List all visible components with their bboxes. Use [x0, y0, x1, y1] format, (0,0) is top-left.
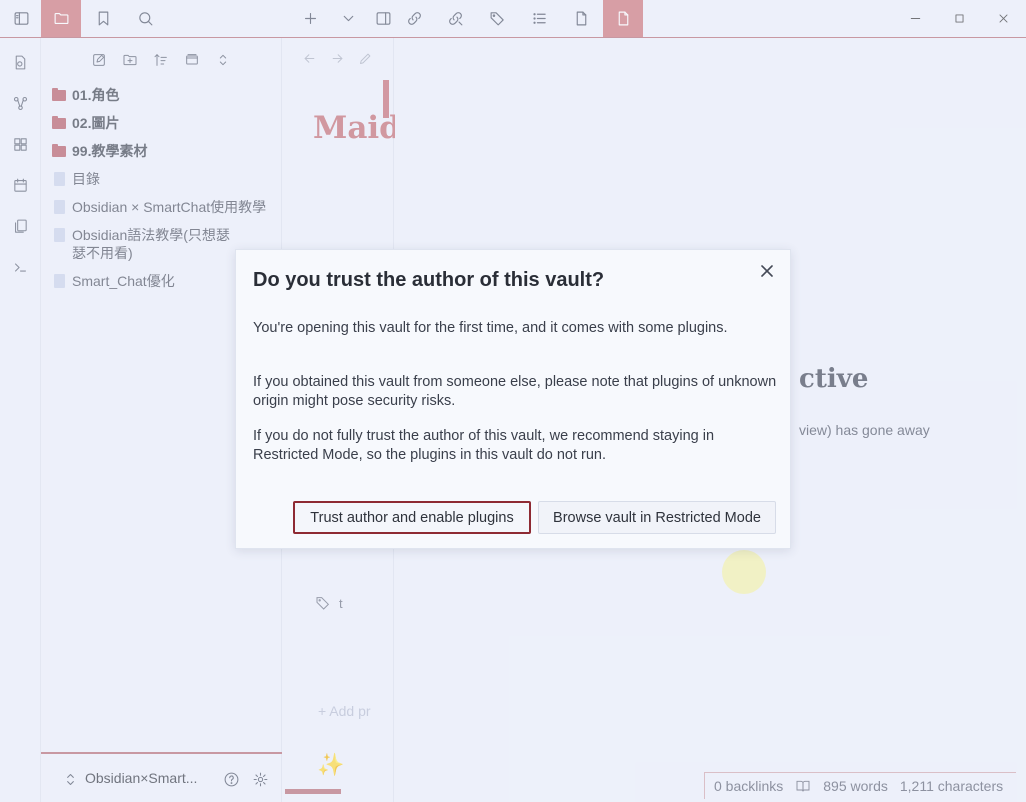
dialog-paragraph: You're opening this vault for the first …: [253, 320, 728, 336]
close-icon[interactable]: [756, 260, 778, 282]
trust-author-button[interactable]: Trust author and enable plugins: [293, 501, 531, 534]
dialog-paragraph: If you do not fully trust the author of …: [253, 428, 715, 463]
restricted-mode-button[interactable]: Browse vault in Restricted Mode: [538, 501, 776, 534]
obsidian-window: 01.角色 02.圖片 99.教學素材 目錄 Obsidian × SmartC…: [0, 0, 1026, 802]
dialog-paragraph: If you obtained this vault from someone …: [253, 374, 777, 409]
dialog-title: Do you trust the author of this vault?: [253, 269, 605, 291]
trust-author-dialog: Do you trust the author of this vault? Y…: [235, 249, 791, 549]
